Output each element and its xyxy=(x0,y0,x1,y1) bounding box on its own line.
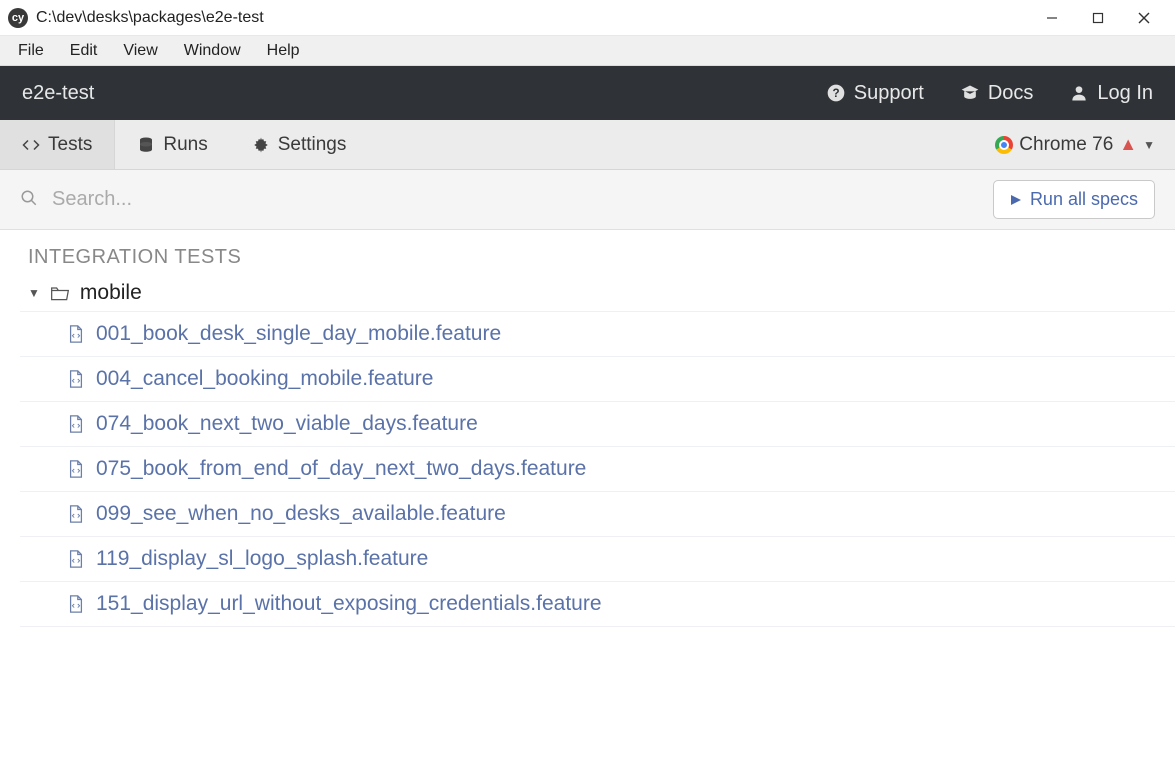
search-input[interactable] xyxy=(52,188,993,211)
menu-window[interactable]: Window xyxy=(172,38,253,64)
browser-chooser[interactable]: Chrome 76 ▲ ▼ xyxy=(975,134,1175,156)
menu-file[interactable]: File xyxy=(6,38,56,64)
svg-text:?: ? xyxy=(832,87,839,100)
file-code-icon xyxy=(68,505,84,523)
spec-file[interactable]: 074_book_next_two_viable_days.feature xyxy=(20,402,1175,447)
spec-file[interactable]: 119_display_sl_logo_splash.feature xyxy=(20,537,1175,582)
spec-file[interactable]: 151_display_url_without_exposing_credent… xyxy=(20,582,1175,627)
file-code-icon xyxy=(68,460,84,478)
file-list: 001_book_desk_single_day_mobile.feature 0… xyxy=(20,311,1175,627)
spec-file[interactable]: 099_see_when_no_desks_available.feature xyxy=(20,492,1175,537)
spec-file[interactable]: 075_book_from_end_of_day_next_two_days.f… xyxy=(20,447,1175,492)
docs-label: Docs xyxy=(988,82,1034,105)
menu-view[interactable]: View xyxy=(111,38,169,64)
file-code-icon xyxy=(68,550,84,568)
spec-file-name: 074_book_next_two_viable_days.feature xyxy=(96,412,478,436)
close-button[interactable] xyxy=(1121,2,1167,34)
run-all-label: Run all specs xyxy=(1030,189,1138,210)
tab-settings-label: Settings xyxy=(278,134,347,156)
app-header: e2e-test ? Support Docs Log In xyxy=(0,66,1175,120)
question-circle-icon: ? xyxy=(826,83,846,103)
folder-open-icon xyxy=(50,284,70,302)
tabbar: Tests Runs Settings Chrome 76 ▲ ▼ xyxy=(0,120,1175,170)
section-title: INTEGRATION TESTS xyxy=(0,230,1175,275)
file-code-icon xyxy=(68,415,84,433)
play-icon xyxy=(1010,194,1022,206)
chrome-icon xyxy=(995,136,1013,154)
menu-help[interactable]: Help xyxy=(255,38,312,64)
collapse-icon: ▼ xyxy=(28,286,40,300)
folder-mobile[interactable]: ▼ mobile xyxy=(20,275,1175,311)
support-link[interactable]: ? Support xyxy=(826,82,924,105)
spec-file[interactable]: 001_book_desk_single_day_mobile.feature xyxy=(20,311,1175,357)
file-code-icon xyxy=(68,370,84,388)
tab-runs[interactable]: Runs xyxy=(115,120,229,169)
chevron-down-icon: ▼ xyxy=(1143,138,1155,152)
tab-tests-label: Tests xyxy=(48,134,92,156)
tab-settings[interactable]: Settings xyxy=(230,120,369,169)
tab-runs-label: Runs xyxy=(163,134,207,156)
spec-file-name: 151_display_url_without_exposing_credent… xyxy=(96,592,602,616)
spec-file-name: 001_book_desk_single_day_mobile.feature xyxy=(96,322,501,346)
gear-icon xyxy=(252,136,270,154)
searchbar: Run all specs xyxy=(0,170,1175,230)
spec-file-name: 119_display_sl_logo_splash.feature xyxy=(96,547,428,571)
spec-file-name: 075_book_from_end_of_day_next_two_days.f… xyxy=(96,457,586,481)
login-label: Log In xyxy=(1097,82,1153,105)
spec-file[interactable]: 004_cancel_booking_mobile.feature xyxy=(20,357,1175,402)
window-titlebar: cy C:\dev\desks\packages\e2e-test xyxy=(0,0,1175,36)
file-code-icon xyxy=(68,325,84,343)
project-name: e2e-test xyxy=(22,82,94,105)
minimize-button[interactable] xyxy=(1029,2,1075,34)
login-link[interactable]: Log In xyxy=(1069,82,1153,105)
maximize-button[interactable] xyxy=(1075,2,1121,34)
file-code-icon xyxy=(68,595,84,613)
graduation-cap-icon xyxy=(960,83,980,103)
support-label: Support xyxy=(854,82,924,105)
window-title: C:\dev\desks\packages\e2e-test xyxy=(36,9,264,27)
cypress-app-icon: cy xyxy=(8,8,28,28)
window-controls xyxy=(1029,2,1167,34)
warning-icon: ▲ xyxy=(1119,134,1137,155)
menubar: File Edit View Window Help xyxy=(0,36,1175,66)
search-icon xyxy=(20,189,38,210)
tab-tests[interactable]: Tests xyxy=(0,120,115,169)
spec-file-name: 004_cancel_booking_mobile.feature xyxy=(96,367,433,391)
spec-file-name: 099_see_when_no_desks_available.feature xyxy=(96,502,506,526)
database-icon xyxy=(137,136,155,154)
code-icon xyxy=(22,136,40,154)
browser-label: Chrome 76 xyxy=(1019,134,1113,156)
spec-tree: ▼ mobile 001_book_desk_single_day_mobile… xyxy=(0,275,1175,627)
docs-link[interactable]: Docs xyxy=(960,82,1034,105)
menu-edit[interactable]: Edit xyxy=(58,38,110,64)
folder-label: mobile xyxy=(80,281,142,305)
run-all-specs-button[interactable]: Run all specs xyxy=(993,180,1155,219)
user-icon xyxy=(1069,83,1089,103)
